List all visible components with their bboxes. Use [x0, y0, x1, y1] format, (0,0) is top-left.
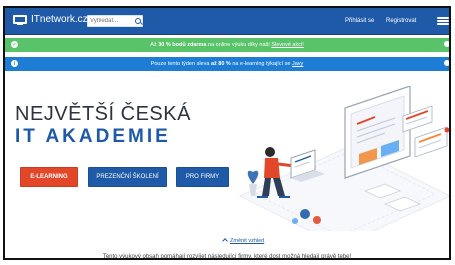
sponsors-text: Tento výukový obsah pomáhají rozvíjet ná…	[102, 254, 352, 260]
hero-illustration	[238, 86, 449, 231]
promo-banner-blue: i Pouze tento týden sleva až 80 % na e-l…	[5, 57, 449, 71]
promo-close-icon[interactable]	[444, 41, 449, 47]
menu-bar	[437, 23, 449, 25]
promo-close-icon[interactable]	[444, 60, 449, 66]
promo-blue-prefix: Pouze tento týden sleva	[150, 61, 210, 67]
big-monitor	[344, 86, 411, 179]
chevron-up-icon	[222, 237, 228, 243]
brand-logo[interactable]: ITnetwork.cz	[13, 14, 88, 25]
search-input[interactable]	[88, 16, 134, 26]
check-circle-icon: ✓	[11, 41, 18, 48]
info-circle-icon: i	[11, 60, 18, 67]
search-icon[interactable]	[134, 17, 141, 26]
change-look-link[interactable]: Změnit vzhled	[222, 238, 264, 244]
promo-blue-bold: až 80 %	[210, 61, 231, 67]
login-link[interactable]: Přihlásit se	[345, 18, 374, 24]
menu-bar	[437, 20, 449, 22]
promo-green-middle: na online výuku díky naší	[208, 42, 270, 48]
register-link[interactable]: Registrovat	[386, 18, 416, 24]
menu-bar	[437, 17, 449, 19]
search-box	[87, 15, 143, 27]
promo-green-bold: 30 % bodů zdarma	[158, 42, 207, 48]
promo-green-text: Až 30 % bodů zdarma na online výuku díky…	[150, 42, 303, 48]
promo-green-prefix: Až	[150, 42, 157, 48]
hero-title-line-2: IT AKADEMIE	[15, 126, 171, 147]
pro-firmy-button[interactable]: PRO FIRMY	[176, 167, 229, 187]
browser-frame: ITnetwork.cz Přihlásit se Registrovat ✓ …	[3, 6, 451, 260]
hamburger-menu-icon[interactable]	[437, 17, 449, 25]
change-look-text: Změnit vzhled	[230, 238, 265, 244]
elearning-button[interactable]: E-LEARNING	[20, 167, 78, 187]
brand-name: ITnetwork.cz	[31, 14, 88, 25]
prezencni-skoleni-button[interactable]: PREZENČNÍ ŠKOLENÍ	[88, 167, 167, 187]
hero-title-line-1: NEJVĚTŠÍ ČESKÁ	[15, 103, 191, 125]
promo-blue-text: Pouze tento týden sleva až 80 % na e-lea…	[151, 61, 304, 67]
promo-blue-middle: na e-learning týkající se	[232, 61, 291, 67]
monitor-logo-icon	[13, 15, 27, 25]
promo-blue-link[interactable]: Javy	[292, 61, 303, 67]
top-navigation-bar: ITnetwork.cz Přihlásit se Registrovat	[5, 8, 449, 35]
promo-banner-green: ✓ Až 30 % bodů zdarma na online výuku dí…	[5, 38, 449, 52]
promo-green-link[interactable]: Slevové akci!	[271, 42, 303, 48]
